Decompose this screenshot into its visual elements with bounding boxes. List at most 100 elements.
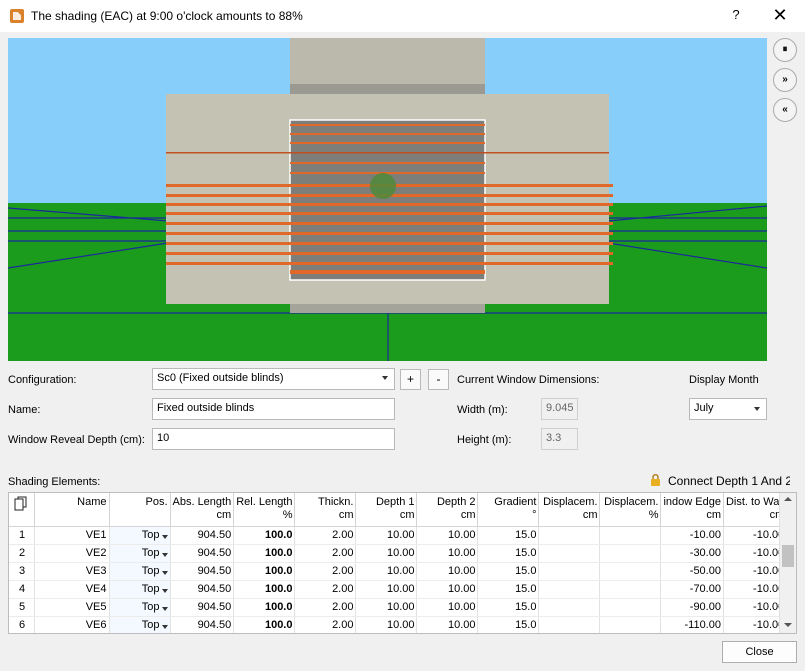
- table-cell[interactable]: 100.0: [233, 562, 296, 581]
- table-cell[interactable]: [599, 544, 662, 563]
- table-cell[interactable]: -10.00: [723, 616, 788, 633]
- table-row[interactable]: 2 VE2 Top 904.50 100.0 2.00 10.00 10.00 15.0 -30.…: [9, 544, 788, 563]
- close-window-button[interactable]: ✕: [770, 5, 790, 25]
- table-cell[interactable]: 100.0: [233, 598, 296, 617]
- table-cell[interactable]: 15.0: [477, 598, 540, 617]
- table-cell[interactable]: -110.00: [660, 616, 724, 633]
- column-header[interactable]: Displacem.%: [599, 493, 662, 527]
- table-cell[interactable]: 10.00: [355, 526, 418, 545]
- connect-depth-toggle[interactable]: Connect Depth 1 And 2: [668, 474, 790, 488]
- column-header[interactable]: Rel. Length%: [233, 493, 296, 527]
- table-cell[interactable]: 10.00: [416, 544, 479, 563]
- table-cell[interactable]: 15.0: [477, 562, 540, 581]
- table-cell[interactable]: 2.00: [294, 598, 357, 617]
- column-header[interactable]: Depth 2 cm: [416, 493, 479, 527]
- table-cell[interactable]: VE3: [34, 562, 110, 581]
- table-cell[interactable]: [538, 580, 601, 599]
- table-cell[interactable]: 10.00: [355, 580, 418, 599]
- copy-icon[interactable]: [9, 493, 35, 527]
- table-cell[interactable]: 904.50: [170, 544, 235, 563]
- table-cell[interactable]: [538, 526, 601, 545]
- table-cell[interactable]: 15.0: [477, 526, 540, 545]
- table-cell[interactable]: 100.0: [233, 580, 296, 599]
- table-cell[interactable]: Top: [109, 598, 171, 617]
- table-cell[interactable]: [599, 580, 662, 599]
- table-cell[interactable]: 15.0: [477, 580, 540, 599]
- column-header[interactable]: Abs. Length cm: [170, 493, 235, 527]
- help-button[interactable]: ?: [728, 7, 744, 25]
- table-cell[interactable]: -90.00: [660, 598, 724, 617]
- rewind-button[interactable]: «: [773, 98, 797, 122]
- table-cell[interactable]: -10.00: [723, 580, 788, 599]
- lock-icon[interactable]: [650, 474, 661, 486]
- table-cell[interactable]: VE1: [34, 526, 110, 545]
- scroll-down-icon[interactable]: [784, 623, 792, 627]
- table-cell[interactable]: 904.50: [170, 616, 235, 633]
- table-cell[interactable]: 904.50: [170, 526, 235, 545]
- table-cell[interactable]: VE6: [34, 616, 110, 633]
- table-row[interactable]: 1 VE1 Top 904.50 100.0 2.00 10.00 10.00 15.0 -10.…: [9, 526, 788, 545]
- table-cell[interactable]: 10.00: [416, 580, 479, 599]
- table-cell[interactable]: 2.00: [294, 526, 357, 545]
- table-cell[interactable]: 10.00: [355, 616, 418, 633]
- table-cell[interactable]: [599, 598, 662, 617]
- table-cell[interactable]: 10.00: [355, 562, 418, 581]
- table-row[interactable]: 6 VE6 Top 904.50 100.0 2.00 10.00 10.00 15.0 -110…: [9, 616, 788, 633]
- add-configuration-button[interactable]: +: [400, 369, 421, 390]
- pause-button[interactable]: ⏸: [773, 38, 797, 62]
- table-scrollbar[interactable]: [779, 493, 796, 633]
- remove-configuration-button[interactable]: -: [428, 369, 449, 390]
- table-row[interactable]: 5 VE5 Top 904.50 100.0 2.00 10.00 10.00 15.0 -90.…: [9, 598, 788, 617]
- column-header[interactable]: Dist. to Wall cm: [723, 493, 788, 527]
- close-button[interactable]: Close: [722, 641, 797, 663]
- table-cell[interactable]: 2.00: [294, 544, 357, 563]
- table-cell[interactable]: 10.00: [416, 526, 479, 545]
- table-row[interactable]: 4 VE4 Top 904.50 100.0 2.00 10.00 10.00 15.0 -70.…: [9, 580, 788, 599]
- table-row[interactable]: 3 VE3 Top 904.50 100.0 2.00 10.00 10.00 15.0 -50.…: [9, 562, 788, 581]
- table-cell[interactable]: 904.50: [170, 598, 235, 617]
- 3d-shading-view[interactable]: [8, 38, 767, 361]
- table-cell[interactable]: Top: [109, 580, 171, 599]
- table-cell[interactable]: Top: [109, 544, 171, 563]
- table-cell[interactable]: VE4: [34, 580, 110, 599]
- table-cell[interactable]: 15.0: [477, 616, 540, 633]
- table-cell[interactable]: -10.00: [723, 562, 788, 581]
- table-cell[interactable]: -50.00: [660, 562, 724, 581]
- table-cell[interactable]: 100.0: [233, 616, 296, 633]
- table-cell[interactable]: 15.0: [477, 544, 540, 563]
- table-cell[interactable]: Top: [109, 562, 171, 581]
- table-cell[interactable]: Top: [109, 526, 171, 545]
- table-cell[interactable]: 904.50: [170, 562, 235, 581]
- table-cell[interactable]: -10.00: [660, 526, 724, 545]
- table-cell[interactable]: 10.00: [416, 598, 479, 617]
- name-field[interactable]: Fixed outside blinds: [152, 398, 395, 420]
- table-cell[interactable]: 10.00: [416, 562, 479, 581]
- table-cell[interactable]: -10.00: [723, 544, 788, 563]
- table-cell[interactable]: [538, 598, 601, 617]
- configuration-select[interactable]: Sc0 (Fixed outside blinds): [152, 368, 395, 390]
- table-cell[interactable]: [538, 616, 601, 633]
- table-cell[interactable]: 10.00: [416, 616, 479, 633]
- table-cell[interactable]: -30.00: [660, 544, 724, 563]
- table-cell[interactable]: [538, 562, 601, 581]
- display-month-select[interactable]: July: [689, 398, 767, 420]
- table-cell[interactable]: VE5: [34, 598, 110, 617]
- table-cell[interactable]: 10.00: [355, 598, 418, 617]
- column-header[interactable]: Thickn. cm: [294, 493, 357, 527]
- table-cell[interactable]: -10.00: [723, 598, 788, 617]
- table-cell[interactable]: 2.00: [294, 562, 357, 581]
- table-cell[interactable]: 100.0: [233, 526, 296, 545]
- reveal-depth-field[interactable]: 10: [152, 428, 395, 450]
- table-cell[interactable]: [538, 544, 601, 563]
- table-cell[interactable]: 10.00: [355, 544, 418, 563]
- table-cell[interactable]: -10.00: [723, 526, 788, 545]
- column-header[interactable]: indow Edge cm: [660, 493, 724, 527]
- column-header[interactable]: Name: [34, 493, 110, 527]
- table-cell[interactable]: 2.00: [294, 580, 357, 599]
- shading-elements-table[interactable]: Name Pos. Abs. Length cm Rel. Length% Thickn.…: [8, 492, 797, 634]
- scroll-up-icon[interactable]: [784, 497, 792, 501]
- table-cell[interactable]: [599, 616, 662, 633]
- column-header[interactable]: Depth 1 cm: [355, 493, 418, 527]
- table-cell[interactable]: VE2: [34, 544, 110, 563]
- table-cell[interactable]: [599, 562, 662, 581]
